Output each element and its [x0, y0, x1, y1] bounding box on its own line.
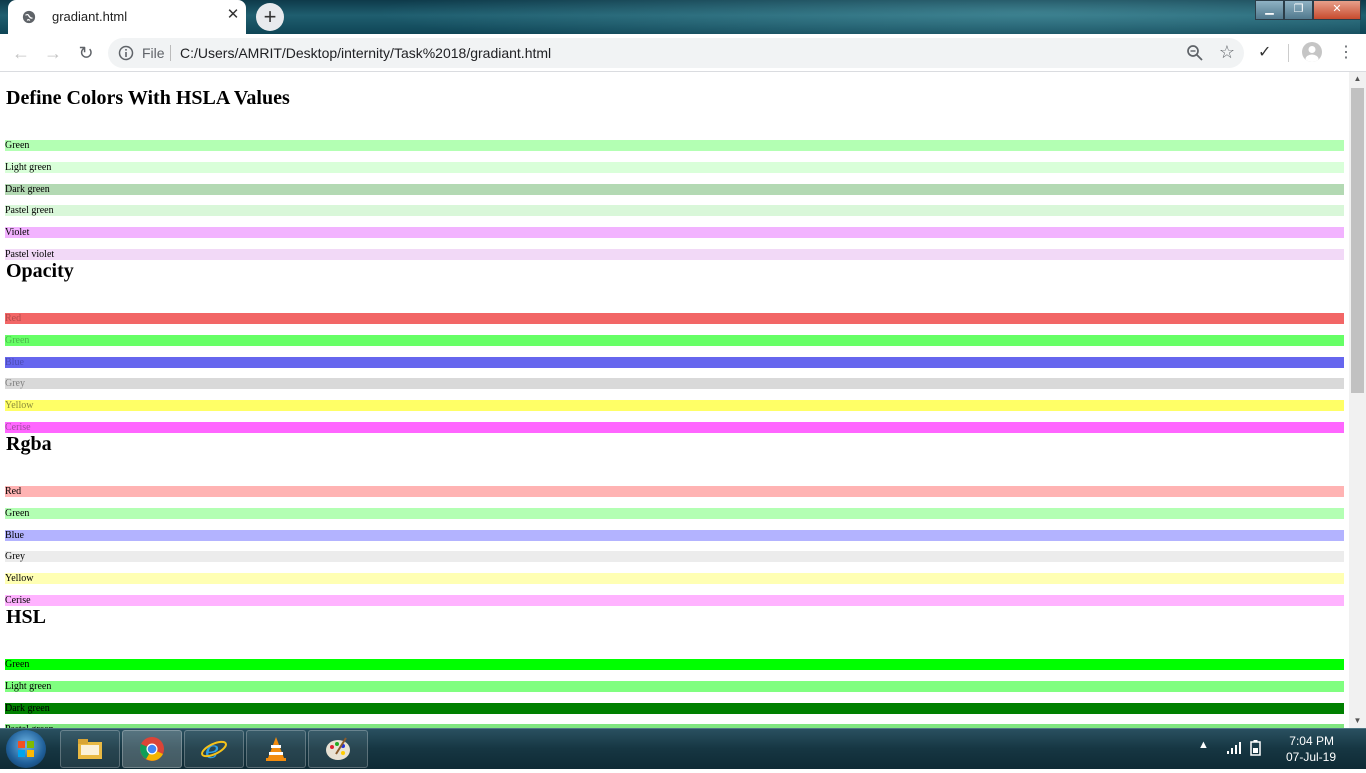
color-bar: Light green [5, 681, 1344, 692]
browser-tab[interactable]: gradiant.html ✕ [8, 0, 246, 34]
close-tab-icon[interactable]: ✕ [225, 7, 241, 23]
color-bar: Yellow [5, 573, 1344, 584]
windows-logo-icon [18, 741, 34, 757]
taskbar-internet-explorer[interactable]: e [184, 730, 244, 768]
taskbar-file-explorer[interactable] [60, 730, 120, 768]
section-heading: Opacity [6, 260, 74, 282]
section-heading: HSL [6, 606, 47, 628]
color-bar: Violet [5, 227, 1344, 238]
address-bar[interactable]: File C:/Users/AMRIT/Desktop/internity/Ta… [108, 38, 1244, 68]
tab-title: gradiant.html [52, 9, 128, 24]
scroll-down-arrow[interactable]: ▼ [1349, 714, 1366, 728]
profile-avatar[interactable] [1302, 42, 1322, 62]
network-signal-icon[interactable] [1226, 741, 1242, 755]
clock-date[interactable]: 07-Jul-19 [1256, 750, 1336, 764]
zoom-icon[interactable] [1186, 44, 1204, 62]
section-heading: Define Colors With HSLA Values [6, 87, 290, 109]
color-bar: Blue [5, 530, 1344, 541]
back-button[interactable]: ← [10, 42, 32, 64]
toolbar-divider [1288, 44, 1289, 62]
color-bar: Green [5, 335, 1344, 346]
color-bar: Yellow [5, 400, 1344, 411]
color-bar: Red [5, 486, 1344, 497]
tray-expand-icon[interactable]: ▲ [1198, 739, 1209, 751]
title-bar: gradiant.html ✕ + ▁ ❐ ✕ [0, 0, 1366, 34]
vlc-cone-icon [266, 737, 286, 761]
maximize-button[interactable]: ❐ [1284, 0, 1313, 20]
new-tab-button[interactable]: + [256, 3, 284, 31]
color-bar: Grey [5, 378, 1344, 389]
minimize-button[interactable]: ▁ [1255, 0, 1284, 20]
info-icon[interactable] [118, 45, 134, 61]
color-bar: Dark green [5, 184, 1344, 195]
extension-check-icon[interactable]: ✓ [1258, 42, 1271, 62]
color-bar: Blue [5, 357, 1344, 368]
color-bar: Red [5, 313, 1344, 324]
color-bar: Cerise [5, 595, 1344, 606]
internet-explorer-icon: e [201, 736, 227, 762]
vertical-scrollbar[interactable]: ▲ ▼ [1349, 72, 1366, 728]
omnibox-divider [170, 45, 171, 61]
close-window-button[interactable]: ✕ [1313, 0, 1361, 20]
file-label: File [142, 45, 165, 61]
globe-icon [22, 10, 36, 24]
page-viewport: Define Colors With HSLA Values Green Light… [0, 72, 1349, 728]
color-bar: Green [5, 659, 1344, 670]
taskbar-chrome[interactable] [122, 730, 182, 768]
taskbar-vlc[interactable] [246, 730, 306, 768]
url-text[interactable]: C:/Users/AMRIT/Desktop/internity/Task%20… [180, 45, 551, 61]
forward-button[interactable]: → [42, 42, 64, 64]
color-bar: Dark green [5, 703, 1344, 714]
paint-palette-icon [326, 737, 350, 760]
window-controls: ▁ ❐ ✕ [1255, 0, 1361, 20]
chrome-icon [140, 737, 164, 761]
section-heading: Rgba [6, 433, 52, 455]
scroll-thumb[interactable] [1351, 88, 1364, 393]
scroll-up-arrow[interactable]: ▲ [1349, 72, 1366, 86]
clock-time[interactable]: 7:04 PM [1254, 734, 1334, 748]
profile-icon [1305, 46, 1319, 62]
folder-icon [78, 739, 102, 759]
taskbar-paint[interactable] [308, 730, 368, 768]
svg-text:e: e [205, 736, 219, 762]
bookmark-star-icon[interactable]: ☆ [1219, 42, 1235, 63]
color-bar: Pastel violet [5, 249, 1344, 260]
color-bar: Light green [5, 162, 1344, 173]
color-bar: Cerise [5, 422, 1344, 433]
start-button[interactable] [6, 730, 46, 768]
windows-taskbar: e ▲ 7:04 PM 07-Jul-19 [0, 728, 1366, 769]
color-bar: Green [5, 508, 1344, 519]
color-bar: Grey [5, 551, 1344, 562]
browser-toolbar: ← → ↻ File C:/Users/AMRIT/Desktop/intern… [0, 34, 1366, 72]
reload-button[interactable]: ↻ [75, 42, 97, 64]
browser-menu-icon[interactable]: ⋮ [1338, 42, 1354, 62]
color-bar: Green [5, 140, 1344, 151]
color-bar: Pastel green [5, 205, 1344, 216]
